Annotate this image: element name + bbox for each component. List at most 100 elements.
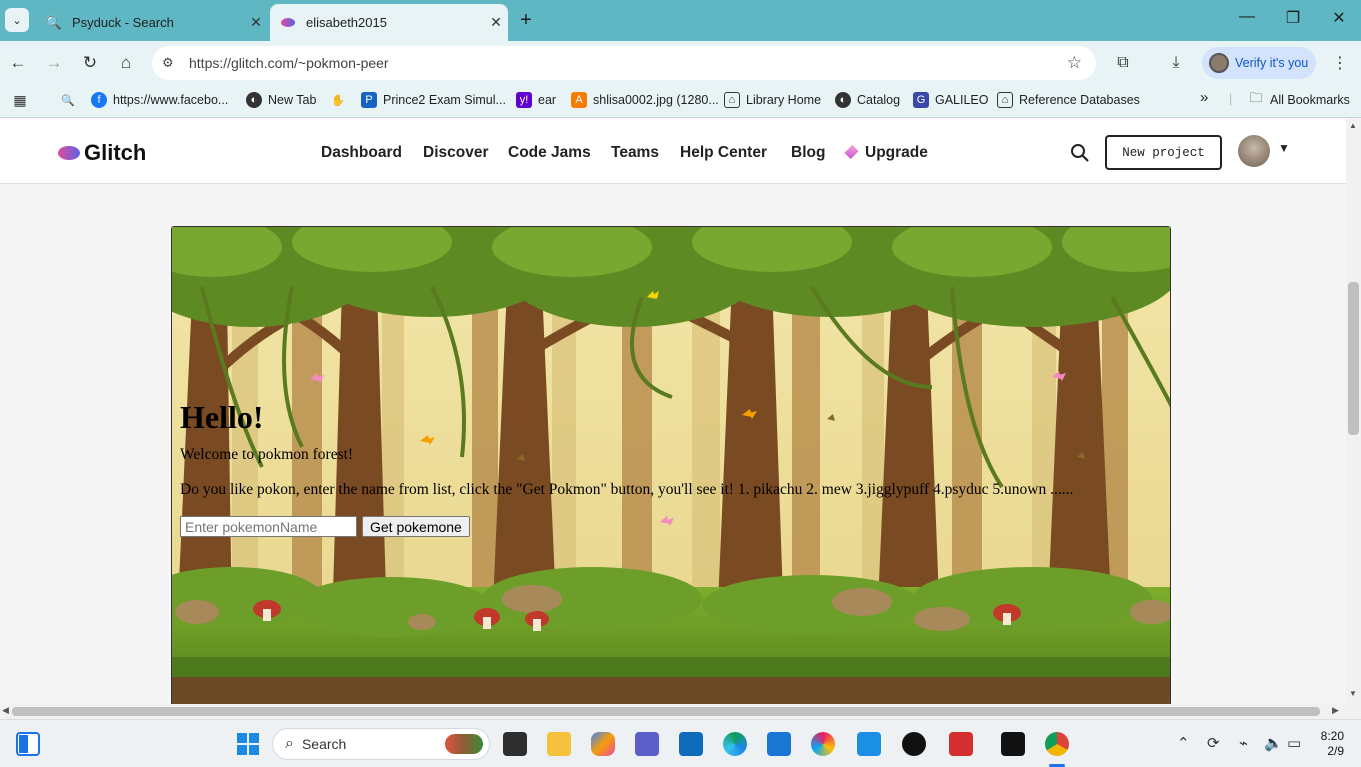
reload-button[interactable]: ↻	[76, 49, 104, 77]
home-button[interactable]: ⌂	[112, 49, 140, 77]
bookmark-hand[interactable]: ✋	[330, 92, 352, 108]
verify-profile-button[interactable]: Verify it's you	[1202, 47, 1316, 79]
nav-code-jams[interactable]: Code Jams	[508, 144, 591, 162]
glitch-logo[interactable]: Glitch	[58, 140, 146, 166]
glitch-icon	[280, 15, 296, 31]
scroll-right-icon[interactable]: ▶	[1332, 705, 1339, 716]
scroll-up-icon[interactable]: ▲	[1349, 121, 1357, 130]
library-icon: ⌂	[997, 92, 1013, 108]
site-info-icon[interactable]: ⚙	[162, 55, 184, 71]
bookmark-galileo[interactable]: G GALILEO	[913, 92, 989, 108]
close-window-button[interactable]: ✕	[1324, 8, 1354, 28]
new-project-button[interactable]: New project	[1105, 135, 1222, 170]
bookmark-catalog[interactable]: ◐ Catalog	[835, 92, 900, 108]
minimize-button[interactable]: —	[1232, 8, 1262, 26]
chrome-icon[interactable]	[1045, 732, 1069, 756]
bookmark-facebook[interactable]: f https://www.facebo...	[91, 92, 228, 108]
search-icon[interactable]	[1070, 143, 1092, 165]
nav-help-center[interactable]: Help Center	[680, 144, 767, 162]
image-icon: A	[571, 92, 587, 108]
edge-icon[interactable]	[723, 732, 747, 756]
extensions-icon[interactable]: ⧉	[1109, 49, 1137, 77]
nav-dashboard[interactable]: Dashboard	[321, 144, 402, 162]
yahoo-icon: y!	[516, 92, 532, 108]
close-tab-icon[interactable]: ✕	[484, 14, 508, 31]
forward-button[interactable]: →	[40, 49, 68, 77]
browser-toolbar: ← → ↻ ⌂ ⚙ https://glitch.com/~pokmon-pee…	[0, 41, 1361, 85]
restore-button[interactable]: ❐	[1278, 8, 1308, 28]
bookmark-library-home[interactable]: ⌂ Library Home	[724, 92, 821, 108]
teams-icon[interactable]	[635, 732, 659, 756]
all-bookmarks-button[interactable]: 🗀 All Bookmarks	[1248, 90, 1350, 108]
chevron-down-icon[interactable]: ▼	[1278, 141, 1290, 155]
welcome-text: Welcome to pokmon forest!	[180, 446, 354, 463]
tab-search-menu-button[interactable]: ⌄	[5, 8, 29, 32]
scroll-down-icon[interactable]: ▼	[1349, 689, 1357, 698]
bookmark-ear[interactable]: y! ear	[516, 92, 556, 108]
volume-icon[interactable]: 🔈	[1264, 734, 1283, 752]
bookmark-label: ear	[538, 93, 557, 107]
nav-discover[interactable]: Discover	[423, 144, 488, 162]
copilot-icon[interactable]	[591, 732, 615, 756]
file-explorer-icon[interactable]	[547, 732, 571, 756]
prince-icon: P	[361, 92, 377, 108]
network-icon[interactable]: ⌁	[1239, 734, 1248, 752]
store-icon[interactable]	[767, 732, 791, 756]
task-view-icon[interactable]	[503, 732, 527, 756]
chevron-up-icon[interactable]: ⌃	[1177, 734, 1190, 752]
taskbar-search[interactable]: ⌕ Search	[272, 728, 490, 760]
all-bookmarks-label: All Bookmarks	[1270, 93, 1350, 107]
bookmark-label: GALILEO	[935, 93, 989, 107]
glitch-header: Glitch Dashboard Discover Code Jams Team…	[0, 119, 1346, 184]
search-icon[interactable]: 🔍	[60, 92, 82, 108]
avatar	[1209, 53, 1229, 73]
scroll-left-icon[interactable]: ◀	[2, 705, 9, 716]
windows-taskbar: ⌕ Search ⌃ ⟳ ⌁ 🔈 ▭ 8:20 2/9	[0, 719, 1361, 767]
nav-blog[interactable]: Blog	[791, 144, 825, 162]
new-tab-button[interactable]: +	[514, 9, 538, 33]
pokemon-name-input[interactable]	[180, 516, 357, 537]
acrobat-icon[interactable]	[949, 732, 973, 756]
vscode-icon[interactable]	[857, 732, 881, 756]
outlook-icon[interactable]	[679, 732, 703, 756]
address-bar[interactable]: ⚙ https://glitch.com/~pokmon-peer ☆	[152, 46, 1096, 80]
windows-start-icon[interactable]	[236, 732, 260, 756]
close-tab-icon[interactable]: ✕	[244, 14, 268, 31]
folder-icon: 🗀	[1249, 90, 1263, 105]
download-icon[interactable]: ⤓	[1162, 49, 1190, 77]
adobe-icon[interactable]	[1001, 732, 1025, 756]
bookmark-star-icon[interactable]: ☆	[1067, 53, 1082, 73]
apps-icon[interactable]: ▦	[12, 92, 34, 108]
galileo-icon: G	[913, 92, 929, 108]
avatar[interactable]	[1238, 135, 1270, 167]
menu-icon[interactable]: ⋮	[1326, 49, 1354, 77]
widgets-icon[interactable]	[16, 732, 40, 756]
bookmark-reference-databases[interactable]: ⌂ Reference Databases	[997, 92, 1140, 108]
bookmark-label: Catalog	[857, 93, 901, 107]
clock-date: 2/9	[1327, 744, 1344, 758]
horizontal-scroll-thumb[interactable]	[12, 707, 1320, 716]
back-button[interactable]: ←	[4, 49, 32, 77]
battery-icon[interactable]: ▭	[1287, 734, 1301, 752]
nav-upgrade[interactable]: Upgrade	[844, 144, 928, 162]
gem-icon	[844, 144, 859, 160]
tab-title: elisabeth2015	[306, 15, 387, 30]
bookmark-new-tab[interactable]: ◐ New Tab	[246, 92, 316, 108]
horizontal-scrollbar[interactable]: ◀ ▶	[0, 704, 1346, 719]
vertical-scroll-thumb[interactable]	[1348, 282, 1359, 435]
photos-icon[interactable]	[811, 732, 835, 756]
tab-psyduck-search[interactable]: 🔍 Psyduck - Search ✕	[36, 4, 268, 41]
nav-teams[interactable]: Teams	[611, 144, 659, 162]
bookmark-prince2[interactable]: P Prince2 Exam Simul...	[361, 92, 506, 108]
facebook-icon: f	[91, 92, 107, 108]
search-icon: 🔍	[45, 14, 63, 30]
tab-elisabeth2015[interactable]: elisabeth2015 ✕	[270, 4, 508, 41]
system-clock[interactable]: 8:20 2/9	[1318, 729, 1344, 759]
get-pokemon-button[interactable]: Get pokemone	[362, 516, 470, 537]
globe-icon: ◐	[246, 92, 262, 108]
vertical-scrollbar[interactable]: ▲ ▼	[1346, 119, 1361, 705]
bookmark-shlisa[interactable]: Ashlisa0002.jpg (1280...	[571, 92, 719, 108]
sync-icon[interactable]: ⟳	[1207, 734, 1220, 752]
upwork-icon[interactable]	[902, 732, 926, 756]
bookmarks-overflow-button[interactable]: »	[1200, 89, 1208, 106]
